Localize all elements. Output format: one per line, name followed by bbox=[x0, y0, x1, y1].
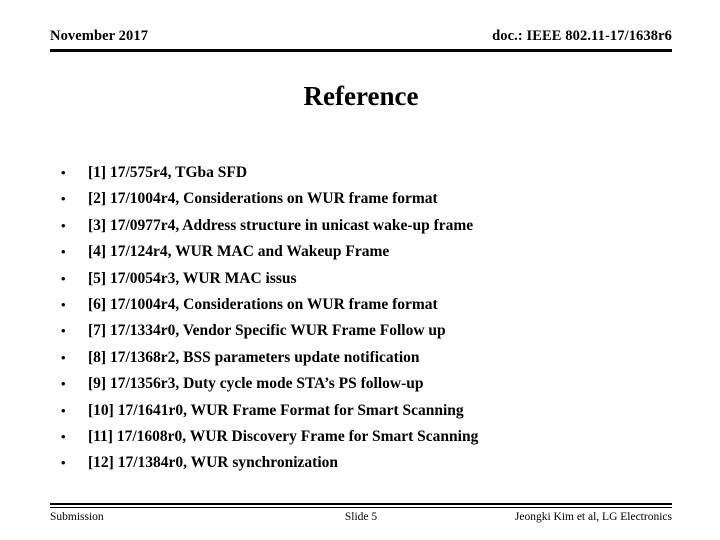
list-item-label: [4] 17/124r4, WUR MAC and Wakeup Frame bbox=[88, 243, 390, 261]
list-item: • [5] 17/0054r3, WUR MAC issus bbox=[54, 266, 694, 292]
list-item: • [11] 17/1608r0, WUR Discovery Frame fo… bbox=[54, 424, 694, 450]
list-item-label: [5] 17/0054r3, WUR MAC issus bbox=[88, 269, 297, 287]
header-row: November 2017 doc.: IEEE 802.11-17/1638r… bbox=[50, 28, 672, 45]
list-item: • [10] 17/1641r0, WUR Frame Format for S… bbox=[54, 398, 694, 424]
reference-list: • [1] 17/575r4, TGba SFD • [2] 17/1004r4… bbox=[54, 160, 694, 477]
page-title: Reference bbox=[303, 81, 419, 111]
footer-author-affiliation: Jeongki Kim et al, LG Electronics bbox=[514, 511, 672, 523]
list-item: • [4] 17/124r4, WUR MAC and Wakeup Frame bbox=[54, 239, 694, 265]
list-item: • [3] 17/0977r4, Address structure in un… bbox=[54, 213, 694, 239]
list-item-label: [11] 17/1608r0, WUR Discovery Frame for … bbox=[88, 427, 479, 445]
list-item: • [7] 17/1334r0, Vendor Specific WUR Fra… bbox=[54, 318, 694, 344]
list-item: • [6] 17/1004r4, Considerations on WUR f… bbox=[54, 292, 694, 318]
bullet-icon: • bbox=[61, 349, 66, 365]
bullet-icon: • bbox=[61, 376, 66, 392]
list-item: • [12] 17/1384r0, WUR synchronization bbox=[54, 450, 694, 476]
bullet-icon: • bbox=[61, 165, 66, 180]
list-item-label: [7] 17/1334r0, Vendor Specific WUR Frame… bbox=[88, 322, 446, 340]
bullet-icon: • bbox=[61, 191, 66, 207]
list-item-label: [8] 17/1368r2, BSS parameters update not… bbox=[88, 348, 420, 366]
list-item-label: [3] 17/0977r4, Address structure in unic… bbox=[88, 216, 474, 234]
list-item-label: [9] 17/1356r3, Duty cycle mode STA’s PS … bbox=[88, 375, 424, 393]
list-item-label: [2] 17/1004r4, Considerations on WUR fra… bbox=[88, 190, 438, 208]
bullet-icon: • bbox=[61, 402, 66, 418]
bullet-icon: • bbox=[61, 455, 66, 471]
list-item-label: [6] 17/1004r4, Considerations on WUR fra… bbox=[88, 295, 438, 313]
list-item: • [1] 17/575r4, TGba SFD bbox=[54, 160, 694, 186]
bullet-icon: • bbox=[61, 296, 66, 312]
header-date: November 2017 bbox=[50, 28, 149, 44]
list-item: • [9] 17/1356r3, Duty cycle mode STA’s P… bbox=[54, 371, 694, 397]
bullet-icon: • bbox=[61, 244, 66, 260]
list-item-label: [10] 17/1641r0, WUR Frame Format for Sma… bbox=[88, 401, 464, 419]
list-item: • [8] 17/1368r2, BSS parameters update n… bbox=[54, 345, 694, 371]
bullet-icon: • bbox=[61, 428, 66, 444]
slide-canvas: November 2017 doc.: IEEE 802.11-17/1638r… bbox=[0, 0, 720, 540]
footer-divider-rule-thick bbox=[50, 503, 672, 505]
list-item: • [2] 17/1004r4, Considerations on WUR f… bbox=[54, 186, 694, 212]
bullet-icon: • bbox=[61, 270, 66, 286]
header-document-number: doc.: IEEE 802.11-17/1638r6 bbox=[492, 28, 672, 44]
bullet-icon: • bbox=[61, 217, 66, 233]
list-item-label: [1] 17/575r4, TGba SFD bbox=[88, 164, 248, 181]
footer-divider-rule-thin bbox=[50, 507, 672, 508]
slide-footer: Submission Slide 5 Jeongki Kim et al, LG… bbox=[50, 510, 672, 526]
bullet-icon: • bbox=[61, 323, 66, 339]
list-item-label: [12] 17/1384r0, WUR synchronization bbox=[88, 454, 339, 472]
header-divider-rule bbox=[50, 49, 672, 52]
